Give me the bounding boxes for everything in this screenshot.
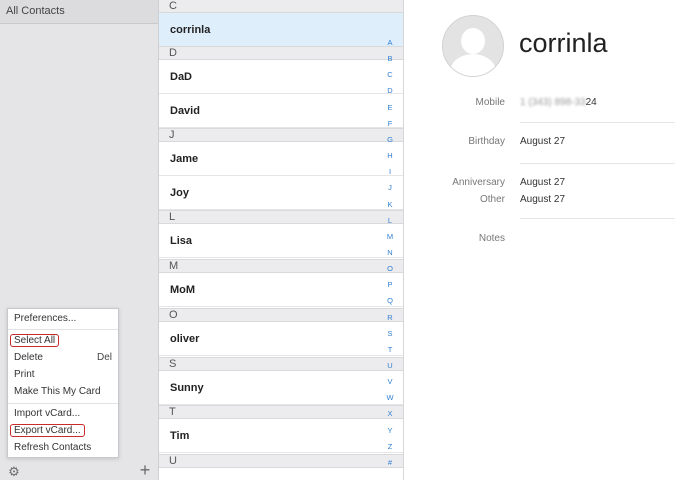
birthday-label: Birthday [468,136,505,147]
contact-row-david[interactable]: David [159,94,403,128]
avatar[interactable] [442,15,504,77]
menu-separator [8,329,118,330]
alphabet-index-e[interactable]: E [383,103,397,113]
alphabet-index-a[interactable]: A [383,38,397,48]
other-date-value: August 27 [520,194,566,205]
menu-item-select-all[interactable]: Select All [10,334,112,348]
contact-row-jame[interactable]: Jame [159,142,403,176]
detail-separator [520,218,675,219]
section-header-d: D [159,46,403,60]
alphabet-index-n[interactable]: N [383,248,397,258]
contact-row-corrinla[interactable]: corrinla [159,13,403,47]
alphabet-index-h[interactable]: H [383,151,397,161]
alphabet-index-c[interactable]: C [383,70,397,80]
menu-item-export-vcard-label: Export vCard... [10,424,85,437]
contact-row-tim[interactable]: Tim [159,419,403,453]
mobile-value[interactable]: 1 (343) 898-3324 [520,97,597,108]
alphabet-index-x[interactable]: X [383,409,397,419]
menu-item-preferences[interactable]: Preferences... [14,312,112,326]
alphabet-index-hash[interactable]: # [383,458,397,468]
section-header-l: L [159,210,403,224]
mobile-label: Mobile [475,97,505,108]
mobile-value-suffix: 24 [585,97,597,108]
groups-sidebar: All Contacts Preferences... Select All D… [0,0,159,480]
section-header-c: C [159,0,403,13]
alphabet-index-i[interactable]: I [383,167,397,177]
detail-separator [520,122,675,123]
anniversary-value: August 27 [520,177,566,188]
group-all-contacts-label: All Contacts [6,5,65,17]
alphabet-index-w[interactable]: W [383,393,397,403]
alphabet-index-d[interactable]: D [383,86,397,96]
detail-separator [520,163,675,164]
menu-item-make-my-card[interactable]: Make This My Card [14,385,112,399]
alphabet-index-z[interactable]: Z [383,442,397,452]
contact-row-oliver[interactable]: oliver [159,322,403,356]
alphabet-index-l[interactable]: L [383,216,397,226]
contact-row-lisa[interactable]: Lisa [159,224,403,258]
alphabet-index-r[interactable]: R [383,313,397,323]
alphabet-index-u[interactable]: U [383,361,397,371]
alphabet-index-b[interactable]: B [383,54,397,64]
alphabet-index-g[interactable]: G [383,135,397,145]
menu-item-export-vcard[interactable]: Export vCard... [10,424,112,438]
contact-row-sunny[interactable]: Sunny [159,371,403,405]
other-date-label: Other [479,194,505,205]
section-header-u: U [159,454,403,468]
anniversary-label: Anniversary [452,177,505,188]
alphabet-index-s[interactable]: S [383,329,397,339]
avatar-head-shape [461,28,485,54]
alphabet-index-j[interactable]: J [383,183,397,193]
alphabet-index-t[interactable]: T [383,345,397,355]
alphabet-index-v[interactable]: V [383,377,397,387]
section-header-m: M [159,259,403,273]
alphabet-index-m[interactable]: M [383,232,397,242]
plus-icon[interactable]: + [137,461,153,479]
menu-item-refresh-contacts[interactable]: Refresh Contacts [14,441,112,455]
notes-label: Notes [478,233,505,244]
gear-icon[interactable]: ⚙ [7,465,21,479]
contact-detail: corrinla Mobile 1 (343) 898-3324 Birthda… [404,0,675,480]
menu-separator [8,403,118,404]
alphabet-index-y[interactable]: Y [383,426,397,436]
settings-menu: Preferences... Select All Delete Del Pri… [7,308,119,458]
section-header-t: T [159,405,403,419]
contact-row-mom[interactable]: MoM [159,273,403,307]
section-header-s: S [159,357,403,371]
menu-item-delete[interactable]: Delete Del [14,351,112,365]
contact-row-dad[interactable]: DaD [159,60,403,94]
birthday-value: August 27 [520,136,566,147]
section-header-j: J [159,128,403,142]
section-header-o: O [159,308,403,322]
avatar-body-shape [450,54,496,76]
group-all-contacts[interactable]: All Contacts [0,0,158,24]
delete-shortcut: Del [96,352,112,363]
contact-list: C corrinla D DaD David J Jame Joy L Lisa… [159,0,404,480]
mobile-value-redacted: 1 (343) 898-33 [520,97,586,108]
menu-item-print[interactable]: Print [14,368,112,382]
alphabet-index-o[interactable]: O [383,264,397,274]
menu-item-import-vcard[interactable]: Import vCard... [14,407,112,421]
alphabet-index-q[interactable]: Q [383,296,397,306]
alphabet-index-p[interactable]: P [383,280,397,290]
menu-item-select-all-label: Select All [10,334,60,347]
contact-row-joy[interactable]: Joy [159,176,403,210]
alphabet-index-f[interactable]: F [383,119,397,129]
contact-name: corrinla [519,28,608,58]
alphabet-index-k[interactable]: K [383,200,397,210]
